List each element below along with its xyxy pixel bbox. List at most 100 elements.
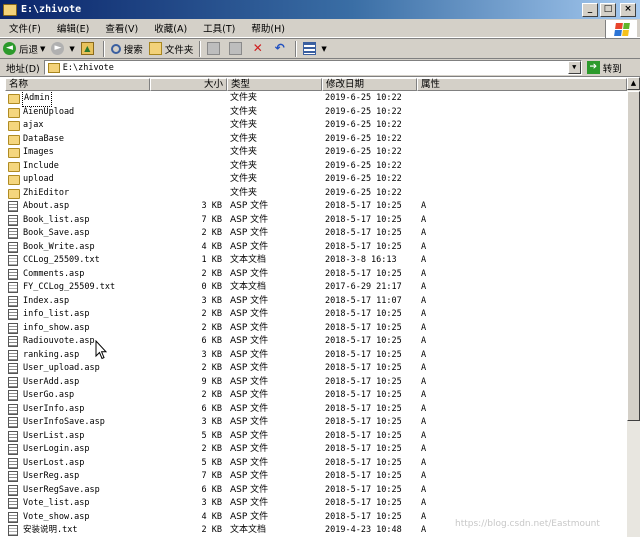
file-row[interactable]: UserInfoSave.asp 3 KB ASP 文件 2018-5-17 10:2…	[5, 416, 627, 430]
file-attributes: A	[421, 484, 427, 495]
file-size: 7 KB	[201, 471, 222, 481]
menu-favorites[interactable]: 收藏(A)	[145, 21, 194, 35]
asp-file-icon	[8, 403, 18, 415]
delete-button[interactable]: ✕	[248, 40, 270, 58]
address-input[interactable]: E:\zhivote ▼	[43, 60, 582, 75]
folder-row[interactable]: ZhiEditor 文件夹 2019-6-25 10:22	[5, 187, 627, 201]
file-name: Admin	[22, 92, 52, 107]
file-row[interactable]: info_list.asp 2 KB ASP 文件 2018-5-17 10:25 A	[5, 308, 627, 322]
file-row[interactable]: UserAdd.asp 9 KB ASP 文件 2018-5-17 10:25 A	[5, 376, 627, 390]
file-attributes: A	[421, 295, 427, 306]
file-row[interactable]: About.asp 3 KB ASP 文件 2018-5-17 10:25 A	[5, 200, 627, 214]
asp-file-icon	[8, 417, 18, 428]
folder-icon	[8, 188, 20, 199]
file-name: Vote_show.asp	[23, 511, 90, 522]
file-attributes: A	[421, 403, 427, 414]
back-button[interactable]: ◄ 后退 ▼	[0, 40, 48, 58]
file-type: 文本文档	[230, 525, 267, 535]
file-row[interactable]: User_upload.asp 2 KB ASP 文件 2018-5-17 10:25…	[5, 362, 627, 376]
menu-edit[interactable]: 编辑(E)	[48, 21, 96, 35]
file-row[interactable]: UserLost.asp 5 KB ASP 文件 2018-5-17 10:25 A	[5, 457, 627, 471]
folder-row[interactable]: Admin 文件夹 2019-6-25 10:22	[5, 92, 627, 107]
asp-file-icon	[8, 457, 18, 469]
file-row[interactable]: info_show.asp 2 KB ASP 文件 2018-5-17 10:25 A	[5, 322, 627, 336]
file-name: User_upload.asp	[23, 363, 100, 373]
file-row[interactable]: CCLog_25509.txt 1 KB 文本文档 2018-3-8 16:13 A	[5, 254, 627, 268]
vertical-scrollbar[interactable]: ▲	[627, 77, 640, 537]
file-name: ajax	[23, 120, 44, 130]
file-modified: 2018-3-8 16:13	[325, 255, 397, 265]
undo-button[interactable]: ↶	[270, 40, 292, 58]
folder-row[interactable]: DataBase 文件夹 2019-6-25 10:22	[5, 133, 627, 147]
file-row[interactable]: UserGo.asp 2 KB ASP 文件 2018-5-17 10:25 A	[5, 389, 627, 403]
views-dropdown-icon[interactable]: ▼	[321, 45, 326, 53]
column-attributes[interactable]: 属性	[417, 78, 627, 91]
forward-dropdown-icon[interactable]: ▼	[69, 45, 74, 53]
move-to-button[interactable]	[204, 40, 226, 58]
file-attributes: A	[421, 525, 427, 535]
file-name: CCLog_25509.txt	[23, 255, 100, 265]
asp-file-icon	[8, 268, 18, 280]
column-modified[interactable]: 修改日期	[322, 78, 417, 91]
forward-arrow-icon: ►	[51, 42, 65, 55]
file-type: ASP 文件	[230, 417, 269, 427]
file-row[interactable]: UserReg.asp 7 KB ASP 文件 2018-5-17 10:25 A	[5, 470, 627, 484]
file-row[interactable]: Book_Write.asp 4 KB ASP 文件 2018-5-17 10:25 A	[5, 241, 627, 255]
file-row[interactable]: UserList.asp 5 KB ASP 文件 2018-5-17 10:25 A	[5, 430, 627, 444]
close-button[interactable]: ×	[620, 2, 636, 17]
minimize-button[interactable]: _	[582, 2, 598, 17]
folder-row[interactable]: ajax 文件夹 2019-6-25 10:22	[5, 119, 627, 133]
file-modified: 2018-5-17 10:25	[325, 430, 402, 441]
asp-file-icon	[8, 498, 18, 509]
file-size: 6 KB	[201, 403, 222, 414]
column-name[interactable]: 名称	[5, 78, 150, 91]
file-row[interactable]: Vote_list.asp 3 KB ASP 文件 2018-5-17 10:25 A	[5, 497, 627, 511]
scroll-thumb[interactable]	[627, 91, 640, 421]
up-button[interactable]: ▲	[78, 40, 100, 58]
back-arrow-icon: ◄	[3, 42, 16, 55]
file-row[interactable]: Comments.asp 2 KB ASP 文件 2018-5-17 10:25 A	[5, 268, 627, 282]
copy-to-icon	[229, 42, 243, 55]
file-name: UserAdd.asp	[23, 376, 80, 387]
file-size: 6 KB	[201, 336, 222, 346]
file-row[interactable]: FY_CCLog_25509.txt 0 KB 文本文档 2017-6-29 21:1…	[5, 281, 627, 295]
menu-tools[interactable]: 工具(T)	[194, 21, 242, 35]
file-type: ASP 文件	[230, 363, 269, 373]
file-modified: 2018-5-17 10:25	[325, 444, 402, 454]
file-modified: 2018-5-17 10:25	[325, 268, 402, 279]
file-type: ASP 文件	[230, 336, 269, 346]
go-button[interactable]: ➔ 转到	[586, 61, 622, 75]
address-dropdown-icon[interactable]: ▼	[567, 61, 581, 74]
file-name: AienUpload	[23, 106, 75, 117]
folders-button[interactable]: 文件夹	[146, 40, 197, 58]
file-row[interactable]: Book_Save.asp 2 KB ASP 文件 2018-5-17 10:25 A	[5, 227, 627, 241]
file-size: 1 KB	[201, 255, 222, 265]
file-size: 4 KB	[201, 241, 222, 252]
file-row[interactable]: UserRegSave.asp 6 KB ASP 文件 2018-5-17 10:25…	[5, 484, 627, 498]
folder-row[interactable]: AienUpload 文件夹 2019-6-25 10:22	[5, 106, 627, 120]
copy-to-button[interactable]	[226, 40, 248, 58]
maximize-button[interactable]: □	[600, 2, 616, 17]
file-row[interactable]: UserInfo.asp 6 KB ASP 文件 2018-5-17 10:25 A	[5, 403, 627, 417]
folder-row[interactable]: Include 文件夹 2019-6-25 10:22	[5, 160, 627, 174]
file-attributes: A	[421, 214, 427, 225]
search-button[interactable]: 搜索	[108, 40, 146, 58]
address-label: 地址(D)	[6, 63, 40, 75]
file-row[interactable]: Book_list.asp 7 KB ASP 文件 2018-5-17 10:25 A	[5, 214, 627, 228]
file-attributes: A	[421, 417, 427, 427]
folder-row[interactable]: upload 文件夹 2019-6-25 10:22	[5, 173, 627, 187]
folder-row[interactable]: Images 文件夹 2019-6-25 10:22	[5, 146, 627, 160]
menu-file[interactable]: 文件(F)	[0, 21, 48, 35]
column-size[interactable]: 大小	[150, 78, 227, 91]
menu-help[interactable]: 帮助(H)	[242, 21, 292, 35]
file-size: 4 KB	[201, 511, 222, 522]
views-button[interactable]: ▼	[300, 40, 329, 58]
back-dropdown-icon[interactable]: ▼	[40, 45, 45, 53]
scroll-up-button[interactable]: ▲	[627, 77, 640, 90]
forward-button[interactable]: ► ▼	[48, 40, 77, 58]
toolbar: ◄ 后退 ▼ ► ▼ ▲ 搜索 文件夹 ✕ ↶ ▼	[0, 38, 640, 59]
file-row[interactable]: Index.asp 3 KB ASP 文件 2018-5-17 11:07 A	[5, 295, 627, 309]
column-type[interactable]: 类型	[227, 78, 322, 91]
menu-view[interactable]: 查看(V)	[96, 21, 145, 35]
file-row[interactable]: UserLogin.asp 2 KB ASP 文件 2018-5-17 10:25 A	[5, 443, 627, 457]
